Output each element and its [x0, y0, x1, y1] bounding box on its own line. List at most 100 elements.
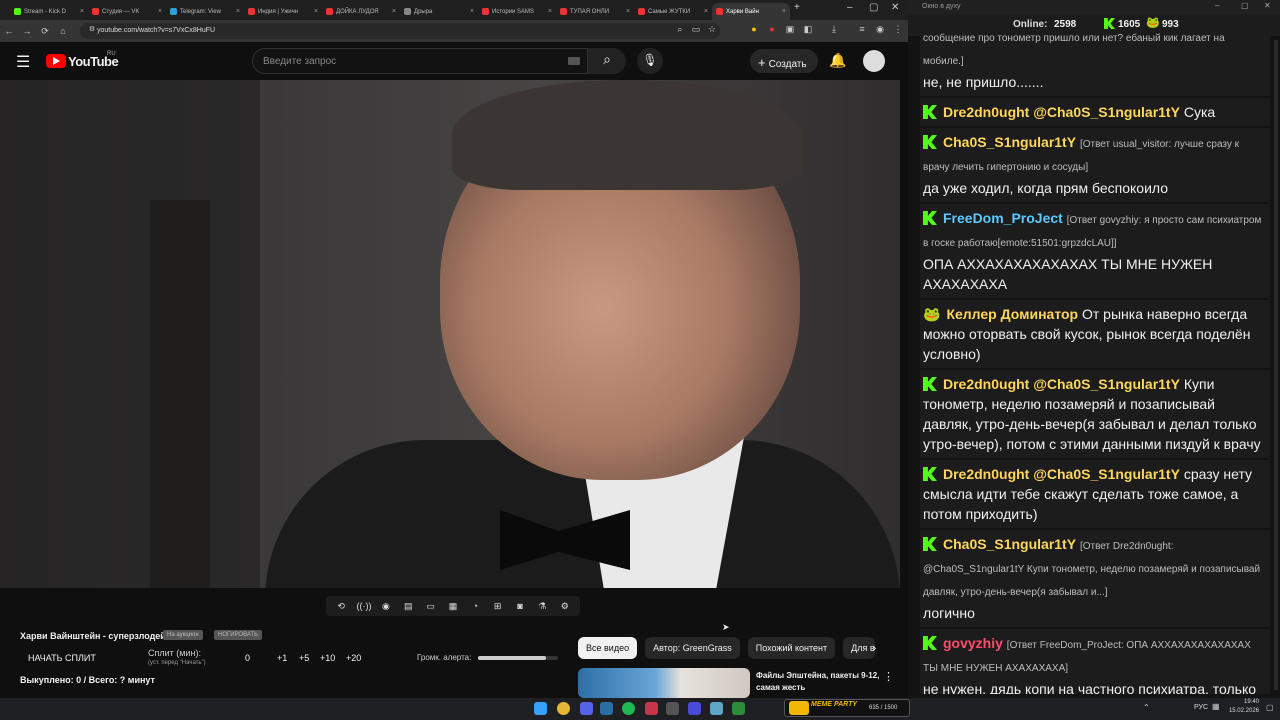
add-10-button[interactable]: +10	[320, 653, 335, 663]
extensions-puzzle-icon[interactable]: ◧	[802, 24, 814, 36]
speed-eye-icon[interactable]: ◉	[379, 600, 393, 612]
download-icon[interactable]: ⤓	[828, 24, 840, 36]
browser-tab[interactable]: Истории SAMS ×	[478, 3, 556, 20]
chip-related[interactable]: Похожий контент	[747, 637, 836, 659]
tab-close-icon[interactable]: ×	[80, 8, 84, 15]
browser-tab[interactable]: Telegram: View ×	[166, 3, 244, 20]
browser-tab[interactable]: ДОЙКА ЛУДОЯ ×	[322, 3, 400, 20]
speedometer-icon[interactable]: ◔	[468, 600, 482, 612]
extension-coin-icon[interactable]: ●	[748, 24, 760, 36]
chip-all-videos[interactable]: Все видео	[578, 637, 638, 659]
lens-icon[interactable]: ⌕	[674, 24, 686, 36]
browser-tab[interactable]: Харви Вайн ×	[712, 3, 790, 20]
create-button[interactable]: + Создать	[750, 49, 818, 73]
app-blue-icon[interactable]	[688, 702, 701, 715]
chat-username[interactable]: FreeDom_ProJect	[943, 210, 1063, 226]
chat-close-icon[interactable]: ✕	[1264, 1, 1271, 10]
start-menu-icon[interactable]	[534, 702, 547, 715]
start-split-button[interactable]: НАЧАТЬ СПЛИТ	[28, 653, 96, 663]
split-value-input[interactable]: 0	[245, 653, 250, 663]
home-icon[interactable]: ⌂	[54, 26, 72, 36]
chip-author[interactable]: Автор: GreenGrass	[645, 637, 740, 659]
screenshot-camera-icon[interactable]: ◙	[513, 600, 527, 612]
chips-next-arrow-icon[interactable]: ›	[872, 640, 876, 655]
cinema-icon[interactable]: ▦	[446, 600, 460, 612]
profile-icon[interactable]: ◉	[874, 24, 886, 36]
browser-tab[interactable]: Самые ЖУТКИ ×	[634, 3, 712, 20]
reload-icon[interactable]: ⟳	[36, 26, 54, 37]
browser-tab[interactable]: ТУПАЯ ОНЛИ ×	[556, 3, 634, 20]
close-icon[interactable]: ✕	[891, 2, 899, 13]
tab-close-icon[interactable]: ×	[704, 8, 708, 15]
tab-close-icon[interactable]: ×	[314, 8, 318, 15]
steam-icon[interactable]	[600, 702, 613, 715]
avatar[interactable]	[863, 50, 885, 72]
chat-username[interactable]: Dre2dn0ught	[943, 376, 1029, 392]
add-20-button[interactable]: +20	[346, 653, 361, 663]
clock-time[interactable]: 19:40	[1229, 699, 1259, 705]
app-gray-icon[interactable]	[666, 702, 679, 715]
chat-username[interactable]: Cha0S_S1ngular1tY	[943, 134, 1076, 150]
bookmark-star-icon[interactable]: ☆	[706, 24, 718, 36]
browser-tab[interactable]: Студия — VK ×	[88, 3, 166, 20]
notifications-bell-icon[interactable]: 🔔	[829, 52, 846, 69]
chrome-icon[interactable]	[557, 702, 570, 715]
settings-gear-icon[interactable]: ⚙	[558, 600, 572, 612]
chat-username[interactable]: Cha0S_S1ngular1tY	[943, 536, 1076, 552]
browser-tab[interactable]: Индия | Ужичн ×	[244, 3, 322, 20]
chat-mention[interactable]: @Cha0S_S1ngular1tY	[1033, 376, 1180, 392]
site-info-icon[interactable]: ⚙	[86, 25, 98, 37]
film-icon[interactable]: ▤	[401, 600, 415, 612]
language-indicator[interactable]: РУС	[1194, 704, 1208, 711]
browser-tab[interactable]: Stream - Kick D ×	[10, 3, 88, 20]
chat-mention[interactable]: @Cha0S_S1ngular1tY	[1033, 104, 1180, 120]
tab-close-icon[interactable]: ×	[548, 8, 552, 15]
chat-mention[interactable]: @Cha0S_S1ngular1tY	[1033, 466, 1180, 482]
recommended-video-item[interactable]: Файлы Эпштейна, пакеты 9-12, самая жесть…	[578, 668, 900, 702]
browser-menu-icon[interactable]: ⋮	[892, 24, 904, 36]
app-red-icon[interactable]	[645, 702, 658, 715]
back-icon[interactable]: ←	[0, 26, 18, 36]
minimize-icon[interactable]: –	[847, 2, 853, 13]
clock-date[interactable]: 15.02.2026	[1214, 708, 1259, 714]
flask-icon[interactable]: ⚗	[535, 600, 549, 612]
chat-username[interactable]: Dre2dn0ught	[943, 104, 1029, 120]
more-options-icon[interactable]: ⋮	[883, 670, 894, 683]
forward-icon[interactable]: →	[18, 26, 36, 36]
discord-icon[interactable]	[580, 702, 593, 715]
chat-username[interactable]: Келлер Доминатор	[946, 306, 1078, 322]
keyboard-icon[interactable]	[568, 57, 580, 65]
add-1-button[interactable]: +1	[277, 653, 287, 663]
tab-close-icon[interactable]: ×	[470, 8, 474, 15]
broadcast-icon[interactable]: ((·))	[357, 600, 372, 612]
extension-screen-icon[interactable]: ▣	[784, 24, 796, 36]
recommended-thumbnail[interactable]	[578, 668, 750, 698]
tray-chevron-icon[interactable]: ⌃	[1143, 703, 1150, 712]
extension-red-icon[interactable]: ●	[766, 24, 778, 36]
youtube-logo-icon[interactable]	[46, 54, 66, 68]
picture-in-picture-icon[interactable]: ▭	[424, 600, 438, 612]
tab-close-icon[interactable]: ×	[236, 8, 240, 15]
hamburger-menu-icon[interactable]: ☰	[16, 52, 30, 72]
spotify-icon[interactable]	[622, 702, 635, 715]
maximize-icon[interactable]: ▢	[869, 2, 878, 13]
app-green-icon[interactable]	[732, 702, 745, 715]
loop-icon[interactable]: ⟲	[334, 600, 348, 612]
chat-minimize-icon[interactable]: –	[1215, 1, 1219, 10]
tab-close-icon[interactable]: ×	[392, 8, 396, 15]
chat-scrollbar[interactable]	[1274, 40, 1278, 690]
voice-search-button[interactable]: 🎙	[637, 48, 663, 74]
meme-party-overlay[interactable]: MEME PARTY 635 / 1500	[784, 699, 910, 717]
cast-icon[interactable]: ▭	[690, 24, 702, 36]
add-5-button[interactable]: +5	[299, 653, 309, 663]
alert-volume-slider[interactable]	[478, 656, 558, 660]
reading-list-icon[interactable]: ≡	[856, 24, 868, 36]
chat-maximize-icon[interactable]: ▢	[1241, 1, 1249, 10]
search-input[interactable]: Введите запрос	[252, 48, 588, 74]
chat-message-list[interactable]: сообщение про тонометр пришло или нет? е…	[920, 30, 1270, 694]
url-field[interactable]: youtube.com/watch?v=s7VxCx8HuFU	[80, 23, 720, 39]
chat-username[interactable]: Dre2dn0ught	[943, 466, 1029, 482]
chip-for-you[interactable]: Для в	[843, 637, 876, 659]
ignore-badge[interactable]: НОГИРОВАТЬ	[214, 630, 263, 640]
auction-badge[interactable]: На аукцион	[163, 630, 203, 640]
